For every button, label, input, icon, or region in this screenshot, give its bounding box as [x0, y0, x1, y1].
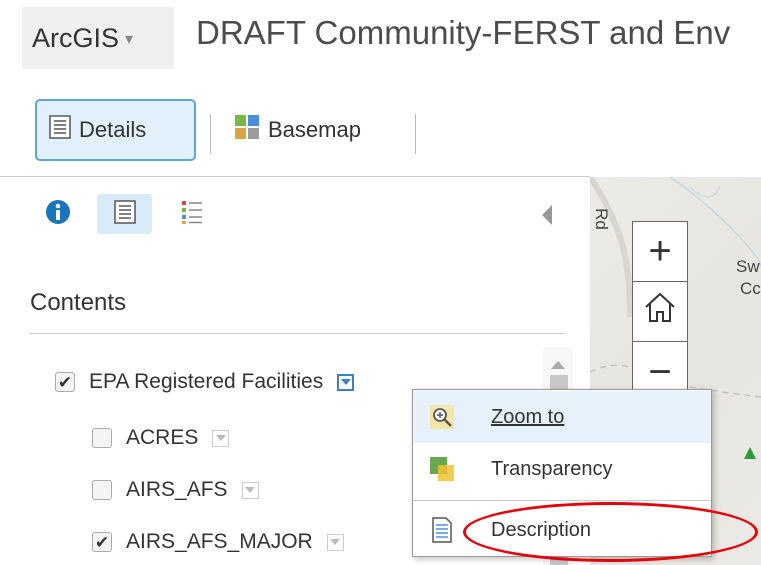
menu-item-zoom-to[interactable]: Zoom to — [413, 391, 711, 443]
chevron-down-icon: ▾ — [125, 31, 134, 48]
layer-label: AIRS_AFS_MAJOR — [126, 530, 313, 553]
tab-about[interactable] — [30, 194, 85, 234]
chevron-down-icon — [340, 379, 351, 385]
layer-row: ✔ AIRS_AFS_MAJOR — [92, 530, 344, 554]
zoom-in-button[interactable]: + — [633, 222, 687, 282]
contents-title: Contents — [30, 289, 127, 316]
transparency-icon — [429, 456, 455, 482]
details-label: Details — [79, 117, 147, 142]
info-icon — [45, 199, 71, 230]
menu-item-label: Description — [491, 518, 592, 541]
layer-checkbox[interactable] — [92, 428, 112, 448]
zoom-control: + − — [632, 221, 688, 403]
chevron-down-icon — [215, 435, 226, 441]
toolbar-divider — [415, 114, 416, 154]
collapse-panel-icon[interactable] — [542, 205, 552, 225]
legend-icon — [181, 199, 203, 230]
layer-options-button[interactable] — [212, 429, 230, 447]
layer-label: EPA Registered Facilities — [89, 370, 324, 393]
checkmark-icon: ✔ — [94, 532, 110, 552]
divider — [30, 333, 565, 334]
toolbar: Details Basemap — [0, 94, 761, 174]
page-title: DRAFT Community-FERST and Env — [196, 14, 731, 51]
home-button[interactable] — [633, 282, 687, 342]
layer-checkbox[interactable]: ✔ — [92, 532, 112, 552]
checkmark-icon: ✔ — [57, 372, 73, 392]
map-label: Rd — [591, 208, 611, 230]
layer-row: AIRS_AFS — [92, 478, 259, 502]
chevron-down-icon — [245, 487, 256, 493]
details-button[interactable]: Details — [35, 99, 196, 161]
chevron-down-icon — [330, 539, 341, 545]
layer-row: ✔ EPA Registered Facilities — [55, 370, 355, 394]
description-icon — [429, 517, 455, 543]
arcgis-app-button[interactable]: ArcGIS ▾ — [22, 7, 174, 69]
layer-row: ACRES — [92, 426, 230, 450]
layer-context-menu: Zoom to Transparency Description — [412, 389, 712, 557]
layer-checkbox[interactable] — [92, 480, 112, 500]
menu-divider — [413, 500, 711, 501]
menu-item-description[interactable]: Description — [413, 504, 711, 556]
home-icon — [642, 289, 678, 334]
toolbar-divider — [210, 114, 211, 154]
layer-options-button[interactable] — [241, 481, 259, 499]
details-icon — [49, 115, 71, 145]
arcgis-label: ArcGIS — [32, 22, 120, 53]
layer-label: AIRS_AFS — [126, 478, 228, 501]
map-label: Sw — [736, 257, 760, 276]
menu-item-transparency[interactable]: Transparency — [413, 443, 711, 495]
menu-item-label: Transparency — [491, 457, 613, 480]
panel-tabs — [30, 194, 219, 234]
layer-label: ACRES — [126, 426, 199, 449]
zoom-to-icon — [429, 404, 455, 430]
basemap-button[interactable]: Basemap — [228, 99, 361, 161]
tab-contents[interactable] — [97, 194, 152, 234]
layer-checkbox[interactable]: ✔ — [55, 372, 75, 392]
scroll-up-icon[interactable] — [551, 361, 565, 369]
contents-icon — [113, 199, 136, 229]
menu-item-label: Zoom to — [491, 405, 565, 428]
basemap-icon — [234, 114, 260, 146]
basemap-label: Basemap — [268, 117, 361, 142]
layer-options-button[interactable] — [337, 373, 355, 391]
map-label: Cc — [740, 279, 761, 298]
layer-options-button[interactable] — [326, 533, 344, 551]
tab-legend[interactable] — [164, 194, 219, 234]
